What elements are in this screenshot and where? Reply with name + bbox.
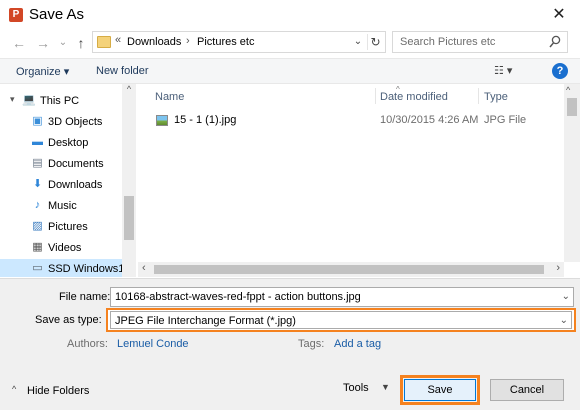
image-file-icon [156, 115, 168, 126]
nav-item-ssd-windows10[interactable]: ▭ SSD Windows10 [0, 259, 131, 277]
nav-item-pictures[interactable]: ▨ Pictures [0, 217, 122, 237]
scrollbar-thumb[interactable] [124, 196, 134, 240]
tags-label: Tags: [298, 338, 325, 350]
change-view-icon[interactable]: ☷ ▾ [494, 64, 524, 78]
column-header-date-modified[interactable]: Date modified [380, 87, 448, 107]
chevron-down-icon[interactable]: ▼ [381, 382, 390, 392]
folder-icon [97, 36, 111, 48]
nav-item-desktop[interactable]: ▬ Desktop [0, 133, 122, 153]
drive-icon: ▭ [32, 262, 43, 274]
breadcrumb-pictures-etc[interactable]: Pictures etc [197, 36, 254, 48]
download-arrow-icon: ⬇ [32, 178, 43, 190]
file-name-input[interactable]: 10168-abstract-waves-red-fppt - action b… [110, 287, 574, 307]
save-as-type-label: Save as type: [35, 314, 102, 326]
file-name: 15 - 1 (1).jpg [174, 114, 237, 126]
breadcrumb-separator-icon[interactable]: › [186, 35, 190, 47]
tags-value[interactable]: Add a tag [334, 338, 381, 350]
address-bar[interactable]: « Downloads › Pictures etc ⌄ ↻ [92, 31, 386, 53]
authors-value[interactable]: Lemuel Conde [117, 338, 189, 350]
nav-item-music[interactable]: ♪ Music [0, 196, 122, 216]
nav-item-this-pc[interactable]: ▾ 💻 This PC [0, 91, 122, 111]
help-icon[interactable]: ? [552, 63, 568, 79]
scroll-right-icon[interactable]: › [556, 262, 560, 274]
search-input[interactable]: Search Pictures etc [392, 31, 568, 53]
save-as-type-highlight[interactable]: JPEG File Interchange Format (*.jpg) ⌄ [106, 308, 576, 332]
nav-item-videos[interactable]: ▦ Videos [0, 238, 122, 258]
new-folder-button[interactable]: New folder [96, 65, 149, 77]
navigation-pane: ▾ 💻 This PC ▣ 3D Objects ▬ Desktop ▤ Doc… [0, 84, 138, 277]
file-type: JPG File [484, 114, 527, 126]
scroll-left-icon[interactable]: ‹ [142, 262, 146, 274]
navigation-bar: ← → ⌄ ↑ « Downloads › Pictures etc ⌄ ↻ S… [0, 30, 580, 56]
column-divider[interactable] [478, 88, 479, 104]
close-button[interactable]: ✕ [548, 4, 570, 26]
save-button[interactable]: Save [404, 379, 476, 401]
nav-item-label: Videos [48, 242, 82, 254]
nav-item-label: This PC [40, 95, 80, 107]
recent-locations-dropdown[interactable]: ⌄ [54, 33, 72, 53]
collapse-chevron-icon[interactable]: ▾ [10, 94, 15, 105]
column-divider[interactable] [375, 88, 376, 104]
back-button[interactable]: ← [10, 33, 28, 53]
scroll-up-icon[interactable]: ^ [123, 84, 135, 98]
search-placeholder: Search Pictures etc [400, 36, 496, 48]
column-header-name[interactable]: Name [155, 87, 184, 107]
breadcrumb-downloads[interactable]: Downloads [127, 36, 181, 48]
pictures-icon: ▨ [32, 220, 43, 232]
organize-menu[interactable]: Organize ▾ [16, 65, 69, 78]
file-list-vertical-scrollbar[interactable]: ^ [564, 84, 580, 262]
address-dropdown-icon[interactable]: ⌄ [351, 34, 365, 50]
file-row[interactable]: 15 - 1 (1).jpg 10/30/2015 4:26 AM JPG Fi… [146, 111, 561, 131]
up-folder-button[interactable]: ↑ [72, 33, 90, 53]
save-as-type-value: JPEG File Interchange Format (*.jpg) [115, 315, 296, 327]
desktop-icon: ▬ [32, 136, 43, 148]
cube-icon: ▣ [32, 115, 43, 127]
powerpoint-icon: P [9, 8, 23, 22]
file-list-horizontal-scrollbar[interactable]: ‹ › [138, 262, 564, 277]
music-note-icon: ♪ [34, 199, 41, 211]
breadcrumb-overflow-chevron[interactable]: « [115, 34, 121, 46]
nav-item-label: Pictures [48, 221, 88, 233]
file-name-label: File name: [59, 291, 111, 303]
file-name-value: 10168-abstract-waves-red-fppt - action b… [115, 291, 361, 303]
forward-button[interactable]: → [34, 33, 52, 53]
scrollbar-thumb[interactable] [154, 265, 544, 274]
nav-item-label: Desktop [48, 137, 89, 149]
nav-item-label: SSD Windows10 [48, 263, 131, 275]
tools-menu[interactable]: Tools [343, 382, 369, 394]
refresh-icon[interactable]: ↻ [367, 34, 383, 50]
chevron-down-icon[interactable]: ⌄ [560, 312, 568, 330]
file-list-pane: ^ Name Date modified Type 15 - 1 (1).jpg… [138, 84, 580, 277]
nav-item-downloads[interactable]: ⬇ Downloads [0, 175, 122, 195]
computer-icon: 💻 [22, 94, 36, 106]
nav-pane-scrollbar[interactable]: ^ [122, 84, 136, 277]
chevron-up-icon[interactable]: ^ [12, 384, 16, 394]
film-icon: ▦ [32, 241, 43, 253]
nav-item-label: 3D Objects [48, 116, 103, 128]
window-title: Save As [29, 6, 85, 23]
document-icon: ▤ [32, 157, 43, 169]
title-bar: P Save As ✕ [0, 0, 580, 30]
cancel-button[interactable]: Cancel [490, 379, 564, 401]
file-date-modified: 10/30/2015 4:26 AM [380, 114, 479, 126]
chevron-down-icon[interactable]: ⌄ [562, 288, 570, 306]
nav-item-label: Downloads [48, 179, 103, 191]
nav-item-label: Documents [48, 158, 104, 170]
command-toolbar: Organize ▾ New folder ☷ ▾ ? [0, 58, 580, 84]
nav-item-documents[interactable]: ▤ Documents [0, 154, 122, 174]
nav-item-3d-objects[interactable]: ▣ 3D Objects [0, 112, 122, 132]
authors-label: Authors: [67, 338, 108, 350]
scrollbar-thumb[interactable] [567, 98, 577, 116]
scroll-up-icon[interactable]: ^ [566, 85, 570, 95]
save-form-area: File name: 10168-abstract-waves-red-fppt… [0, 278, 580, 410]
nav-item-label: Music [48, 200, 77, 212]
column-header-type[interactable]: Type [484, 87, 508, 107]
hide-folders-button[interactable]: Hide Folders [27, 385, 89, 397]
search-icon[interactable] [549, 35, 561, 49]
save-as-type-select[interactable]: JPEG File Interchange Format (*.jpg) ⌄ [110, 311, 572, 329]
